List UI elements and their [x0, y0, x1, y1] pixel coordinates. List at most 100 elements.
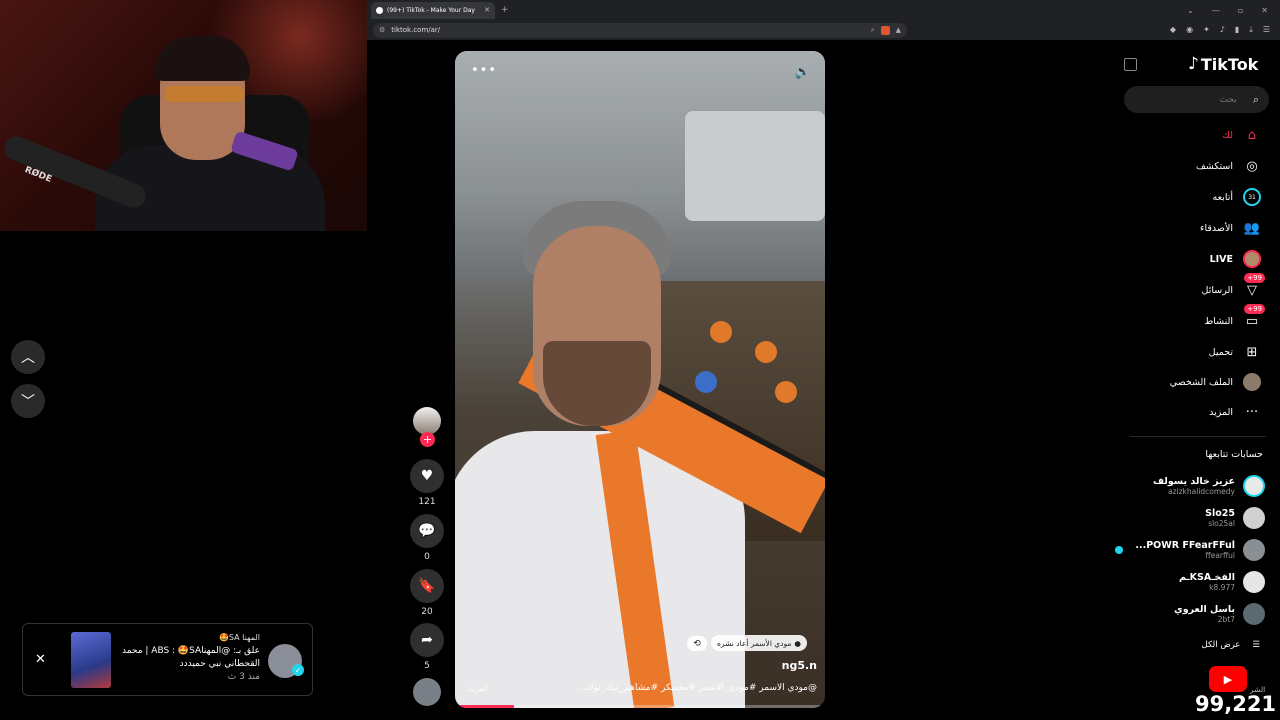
brave-shield-icon[interactable]	[880, 25, 890, 35]
like-action[interactable]: ♥ 121	[410, 459, 444, 507]
save-action[interactable]: 🔖 20	[410, 569, 444, 617]
avatar	[1243, 475, 1265, 497]
sidebar-item-for-you[interactable]: ⌂ لك	[1222, 123, 1263, 147]
share-icon[interactable]: ➦	[410, 623, 444, 657]
notification-message: علق بـ: @المهناABS : 🤩SA | محمد القحطاني…	[121, 646, 260, 669]
search-icon[interactable]: ⌕	[1253, 93, 1259, 107]
bookmark-icon[interactable]: ♪	[1220, 25, 1225, 35]
caption-more-button[interactable]: المزيد	[468, 684, 488, 693]
tab-search-icon[interactable]: ⌄	[1187, 6, 1194, 15]
webcam-overlay: RØDE	[0, 0, 367, 231]
sidebar-item-upload[interactable]: ⊞ تحميل	[1209, 340, 1263, 364]
tab-title: (99+) TikTok - Make Your Day	[387, 6, 475, 14]
messages-icon: ▽ 99+	[1241, 273, 1265, 301]
home-icon: ⌂	[1247, 127, 1257, 143]
previous-video-button[interactable]: ︿	[11, 340, 45, 374]
search-bar[interactable]: ⌕	[1124, 86, 1269, 113]
see-all-button[interactable]: ☰ عرض الكل	[1202, 640, 1260, 650]
search-input[interactable]	[1134, 93, 1239, 106]
creator-avatar[interactable]	[413, 407, 441, 435]
list-icon: ☰	[1252, 640, 1260, 650]
tiktok-favicon-icon	[376, 6, 383, 14]
viewer-counter: 99,221	[1195, 692, 1277, 716]
tiktok-logo[interactable]: ♪ TikTok	[1188, 54, 1258, 74]
site-info-icon[interactable]: ⚙	[379, 26, 385, 34]
video-progress-fill	[455, 705, 515, 708]
upload-icon: ⊞	[1246, 344, 1258, 360]
sidebar-item-profile[interactable]: الملف الشخصي	[1170, 370, 1263, 394]
comment-action[interactable]: 💬 0	[410, 514, 444, 562]
collapse-sidebar-icon[interactable]	[1124, 58, 1137, 71]
rewards-icon[interactable]: ▲	[896, 26, 901, 34]
followed-account[interactable]: Slo25 slo25al	[1205, 505, 1265, 531]
youtube-icon: ▶	[1209, 666, 1247, 692]
video-caption: @مودي الأسمر #مودي_الاسمر #معسكر #مشاهير…	[577, 683, 817, 693]
divider	[1130, 436, 1266, 437]
sidebar-item-activity[interactable]: ▭ 99+ النشاط	[1204, 304, 1265, 333]
friends-icon: 👥	[1243, 220, 1261, 236]
avatar	[1243, 507, 1265, 529]
close-tab-icon[interactable]: ✕	[484, 6, 490, 14]
messages-badge: 99+	[1244, 273, 1265, 283]
chevron-up-icon: ︿	[21, 350, 35, 366]
video-author[interactable]: ng5.n	[782, 659, 817, 672]
repost-icon[interactable]: ⟲	[687, 636, 707, 651]
followed-account[interactable]: الفخـKSAـم k8.977	[1179, 569, 1265, 595]
wallet-icon[interactable]: ◉	[1186, 25, 1193, 35]
address-bar[interactable]: ⚙ tiktok.com/ar/ ⌕ ▲	[373, 22, 907, 38]
more-options-icon[interactable]: •••	[471, 63, 497, 78]
sidebar-item-more[interactable]: ··· المزيد	[1209, 400, 1263, 424]
extension-icon[interactable]: ◆	[1170, 25, 1176, 35]
bookmark-icon[interactable]: 🔖	[410, 569, 444, 603]
avatar	[1243, 571, 1265, 593]
close-icon[interactable]: ✕	[35, 652, 46, 667]
chevron-down-icon: ﹀	[21, 394, 35, 410]
comment-icon[interactable]: 💬	[410, 514, 444, 548]
save-count: 20	[421, 607, 433, 617]
sidebar-item-following[interactable]: 31 أتابعه	[1213, 185, 1264, 209]
sidebar-item-explore[interactable]: ◎ استكشف	[1196, 154, 1263, 178]
like-count: 121	[418, 497, 436, 507]
followed-account[interactable]: POWR FFearFFul... ffearfful	[1115, 537, 1265, 563]
verified-icon: ✓	[292, 664, 304, 676]
follow-plus-icon[interactable]: +	[420, 432, 435, 447]
minimize-icon[interactable]: —	[1212, 6, 1220, 15]
activity-badge: 99+	[1244, 304, 1265, 314]
live-indicator-icon	[1115, 546, 1124, 554]
sound-disc-avatar[interactable]	[413, 678, 441, 706]
repost-label[interactable]: ● مودي الأسمر أعاد نشره	[711, 635, 807, 651]
sound-icon[interactable]: 🔈	[795, 65, 811, 80]
comment-notification[interactable]: ✕ المهنا SA🤩 علق بـ: @المهناABS : 🤩SA | …	[22, 623, 313, 696]
next-video-button[interactable]: ﹀	[11, 384, 45, 418]
repost-avatar-icon: ●	[794, 638, 801, 648]
avatar	[1243, 539, 1265, 561]
tiktok-note-icon: ♪	[1188, 54, 1199, 74]
maximize-icon[interactable]: ▫	[1238, 6, 1243, 15]
video-progress-bar[interactable]	[455, 705, 825, 708]
notification-thumbnail[interactable]	[71, 632, 111, 688]
followed-account[interactable]: عزيز خالد يسولف azizkhalidcomedy	[1153, 473, 1265, 499]
followed-account[interactable]: باسل العروي 2bt7	[1174, 601, 1265, 627]
sidebar-icon[interactable]: ▮	[1235, 25, 1239, 35]
compass-icon: ◎	[1246, 158, 1258, 174]
new-tab-icon[interactable]: +	[501, 5, 509, 15]
notification-time: منذ 3 ث	[227, 672, 260, 682]
share-count: 5	[424, 661, 430, 671]
sidebar-item-messages[interactable]: ▽ 99+ الرسائل	[1202, 273, 1265, 302]
download-icon[interactable]: ⤓	[1249, 25, 1253, 35]
heart-icon[interactable]: ♥	[410, 459, 444, 493]
avatar	[1243, 603, 1265, 625]
share-action[interactable]: ➦ 5	[410, 623, 444, 671]
live-icon	[1243, 250, 1261, 268]
more-icon: ···	[1245, 404, 1259, 420]
profile-icon	[1243, 373, 1261, 391]
sidebar-item-live[interactable]: LIVE	[1210, 247, 1263, 271]
menu-icon[interactable]: ☰	[1263, 25, 1270, 35]
puzzle-icon[interactable]: ✦	[1203, 25, 1210, 35]
sidebar-item-friends[interactable]: 👥 الأصدقاء	[1200, 216, 1263, 240]
browser-tab[interactable]: (99+) TikTok - Make Your Day ✕	[371, 1, 495, 19]
video-player[interactable]: ••• 🔈 ⟲ ● مودي الأسمر أعاد نشره ng5.n @م…	[455, 51, 825, 708]
url-text: tiktok.com/ar/	[391, 26, 441, 34]
window-close-icon[interactable]: ✕	[1261, 6, 1268, 15]
zoom-icon[interactable]: ⌕	[871, 26, 875, 35]
